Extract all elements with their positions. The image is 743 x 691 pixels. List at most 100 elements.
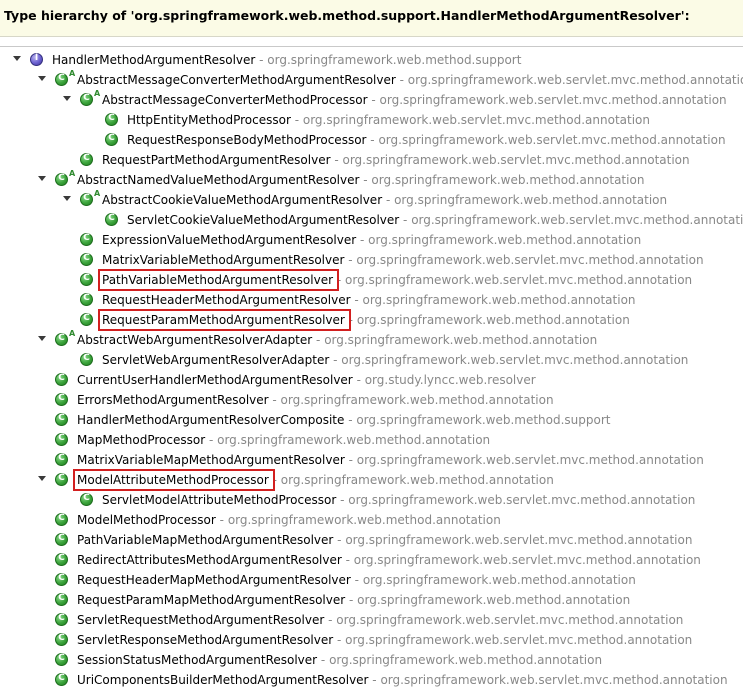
tree-row[interactable]: AAbstractWebArgumentResolverAdapter - or… xyxy=(0,329,743,350)
tree-row[interactable]: RequestHeaderMapMethodArgumentResolver -… xyxy=(0,570,743,590)
package-name: org.springframework.web.method.annotatio… xyxy=(357,593,631,607)
type-name: RequestResponseBodyMethodProcessor xyxy=(127,133,367,147)
tree-row[interactable]: CurrentUserHandlerMethodArgumentResolver… xyxy=(0,370,743,390)
tree-row[interactable]: UriComponentsBuilderMethodArgumentResolv… xyxy=(0,670,743,690)
tree-row[interactable]: ServletRequestMethodArgumentResolver - o… xyxy=(0,610,743,630)
class-icon xyxy=(80,313,93,326)
expand-toggle-icon[interactable] xyxy=(13,56,21,61)
tree-row[interactable]: ServletModelAttributeMethodProcessor - o… xyxy=(0,490,743,510)
class-icon xyxy=(80,233,93,246)
tree-row[interactable]: ModelMethodProcessor - org.springframewo… xyxy=(0,510,743,530)
tree-row[interactable]: ExpressionValueMethodArgumentResolver - … xyxy=(0,230,743,250)
type-label[interactable]: ServletCookieValueMethodArgumentResolver… xyxy=(127,213,743,227)
expand-toggle-icon[interactable] xyxy=(38,476,46,481)
package-name: org.springframework.web.method.annotatio… xyxy=(217,433,491,447)
name-package-separator: - xyxy=(329,353,342,367)
type-label[interactable]: ModelMethodProcessor - org.springframewo… xyxy=(77,513,501,527)
type-name: RequestHeaderMethodArgumentResolver xyxy=(102,293,351,307)
tree-row[interactable]: RequestParamMapMethodArgumentResolver - … xyxy=(0,590,743,610)
tree-row[interactable]: AAbstractNamedValueMethodArgumentResolve… xyxy=(0,169,743,190)
type-label[interactable]: HttpEntityMethodProcessor - org.springfr… xyxy=(127,113,650,127)
tree-row[interactable]: MatrixVariableMapMethodArgumentResolver … xyxy=(0,450,743,470)
type-label[interactable]: UriComponentsBuilderMethodArgumentResolv… xyxy=(77,673,728,687)
name-package-separator: - xyxy=(341,553,354,567)
class-icon xyxy=(55,613,68,626)
tree-row[interactable]: RequestPartMethodArgumentResolver - org.… xyxy=(0,150,743,170)
name-package-separator: - xyxy=(215,513,228,527)
tree-row[interactable]: RequestParamMethodArgumentResolver - org… xyxy=(0,309,743,331)
tree-row[interactable]: MapMethodProcessor - org.springframework… xyxy=(0,430,743,450)
type-name: ServletWebArgumentResolverAdapter xyxy=(102,353,330,367)
type-label[interactable]: AbstractMessageConverterMethodProcessor … xyxy=(102,93,727,107)
class-icon xyxy=(105,213,118,226)
type-label[interactable]: AbstractWebArgumentResolverAdapter - org… xyxy=(77,333,597,347)
tree-row[interactable]: HttpEntityMethodProcessor - org.springfr… xyxy=(0,110,743,130)
type-label[interactable]: AbstractCookieValueMethodArgumentResolve… xyxy=(102,193,667,207)
type-label[interactable]: AbstractMessageConverterMethodArgumentRe… xyxy=(77,73,743,87)
class-icon xyxy=(80,253,93,266)
highlight-box xyxy=(98,309,351,331)
package-name: org.springframework.web.method.annotatio… xyxy=(329,653,603,667)
expand-toggle-icon[interactable] xyxy=(63,196,71,201)
tree-row[interactable]: ErrorsMethodArgumentResolver - org.sprin… xyxy=(0,390,743,410)
package-name: org.springframework.web.servlet.mvc.meth… xyxy=(356,453,704,467)
tree-row[interactable]: HandlerMethodArgumentResolver - org.spri… xyxy=(0,50,743,70)
type-label[interactable]: AbstractNamedValueMethodArgumentResolver… xyxy=(77,173,644,187)
class-icon xyxy=(80,153,93,166)
tree-row[interactable]: AAbstractMessageConverterMethodProcessor… xyxy=(0,89,743,110)
type-label[interactable]: ExpressionValueMethodArgumentResolver - … xyxy=(102,233,641,247)
type-label[interactable]: MapMethodProcessor - org.springframework… xyxy=(77,433,490,447)
tree-row[interactable]: ModelAttributeMethodProcessor - org.spri… xyxy=(0,469,743,491)
name-package-separator: - xyxy=(268,393,281,407)
expand-toggle-icon[interactable] xyxy=(38,176,46,181)
type-label[interactable]: RequestHeaderMapMethodArgumentResolver -… xyxy=(77,573,636,587)
type-name: ServletCookieValueMethodArgumentResolver xyxy=(127,213,400,227)
type-label[interactable]: CurrentUserHandlerMethodArgumentResolver… xyxy=(77,373,536,387)
class-icon xyxy=(80,493,93,506)
expand-toggle-icon[interactable] xyxy=(38,336,46,341)
type-label[interactable]: ServletWebArgumentResolverAdapter - org.… xyxy=(102,353,688,367)
tree-row[interactable]: HandlerMethodArgumentResolverComposite -… xyxy=(0,410,743,430)
class-icon xyxy=(80,353,93,366)
name-package-separator: - xyxy=(324,613,337,627)
type-label[interactable]: RequestParamMapMethodArgumentResolver - … xyxy=(77,593,630,607)
tree-row[interactable]: AAbstractCookieValueMethodArgumentResolv… xyxy=(0,189,743,210)
package-name: org.springframework.web.method.annotatio… xyxy=(368,233,642,247)
type-label[interactable]: MatrixVariableMethodArgumentResolver - o… xyxy=(102,253,704,267)
tree-row[interactable]: ServletWebArgumentResolverAdapter - org.… xyxy=(0,350,743,370)
type-label[interactable]: ServletModelAttributeMethodProcessor - o… xyxy=(102,493,695,507)
tree-row[interactable]: PathVariableMapMethodArgumentResolver - … xyxy=(0,530,743,550)
type-label[interactable]: ServletResponseMethodArgumentResolver - … xyxy=(77,633,692,647)
class-icon xyxy=(55,433,68,446)
type-label[interactable]: HandlerMethodArgumentResolver - org.spri… xyxy=(52,53,521,67)
tree-row[interactable]: RedirectAttributesMethodArgumentResolver… xyxy=(0,550,743,570)
type-label[interactable]: RequestHeaderMethodArgumentResolver - or… xyxy=(102,293,636,307)
name-package-separator: - xyxy=(312,333,325,347)
type-label[interactable]: ServletRequestMethodArgumentResolver - o… xyxy=(77,613,683,627)
type-label[interactable]: RequestResponseBodyMethodProcessor - org… xyxy=(127,133,726,147)
name-package-separator: - xyxy=(290,113,303,127)
class-icon xyxy=(55,593,68,606)
type-label[interactable]: RequestPartMethodArgumentResolver - org.… xyxy=(102,153,690,167)
class-icon xyxy=(55,573,68,586)
tree-row[interactable]: RequestHeaderMethodArgumentResolver - or… xyxy=(0,290,743,310)
type-label[interactable]: HandlerMethodArgumentResolverComposite -… xyxy=(77,413,611,427)
name-package-separator: - xyxy=(344,253,357,267)
type-label[interactable]: RedirectAttributesMethodArgumentResolver… xyxy=(77,553,701,567)
name-package-separator: - xyxy=(255,53,268,67)
type-label[interactable]: MatrixVariableMapMethodArgumentResolver … xyxy=(77,453,704,467)
tree-row[interactable]: SessionStatusMethodArgumentResolver - or… xyxy=(0,650,743,670)
type-label[interactable]: PathVariableMapMethodArgumentResolver - … xyxy=(77,533,692,547)
tree-row[interactable]: AAbstractMessageConverterMethodArgumentR… xyxy=(0,69,743,90)
tree-row[interactable]: ServletResponseMethodArgumentResolver - … xyxy=(0,630,743,650)
expand-toggle-icon[interactable] xyxy=(38,76,46,81)
name-package-separator: - xyxy=(345,593,358,607)
name-package-separator: - xyxy=(317,653,330,667)
expand-toggle-icon[interactable] xyxy=(63,96,71,101)
type-label[interactable]: ErrorsMethodArgumentResolver - org.sprin… xyxy=(77,393,554,407)
tree-row[interactable]: ServletCookieValueMethodArgumentResolver… xyxy=(0,210,743,230)
type-label[interactable]: SessionStatusMethodArgumentResolver - or… xyxy=(77,653,602,667)
tree-row[interactable]: MatrixVariableMethodArgumentResolver - o… xyxy=(0,250,743,270)
tree-row[interactable]: PathVariableMethodArgumentResolver - org… xyxy=(0,269,743,291)
tree-row[interactable]: RequestResponseBodyMethodProcessor - org… xyxy=(0,130,743,150)
